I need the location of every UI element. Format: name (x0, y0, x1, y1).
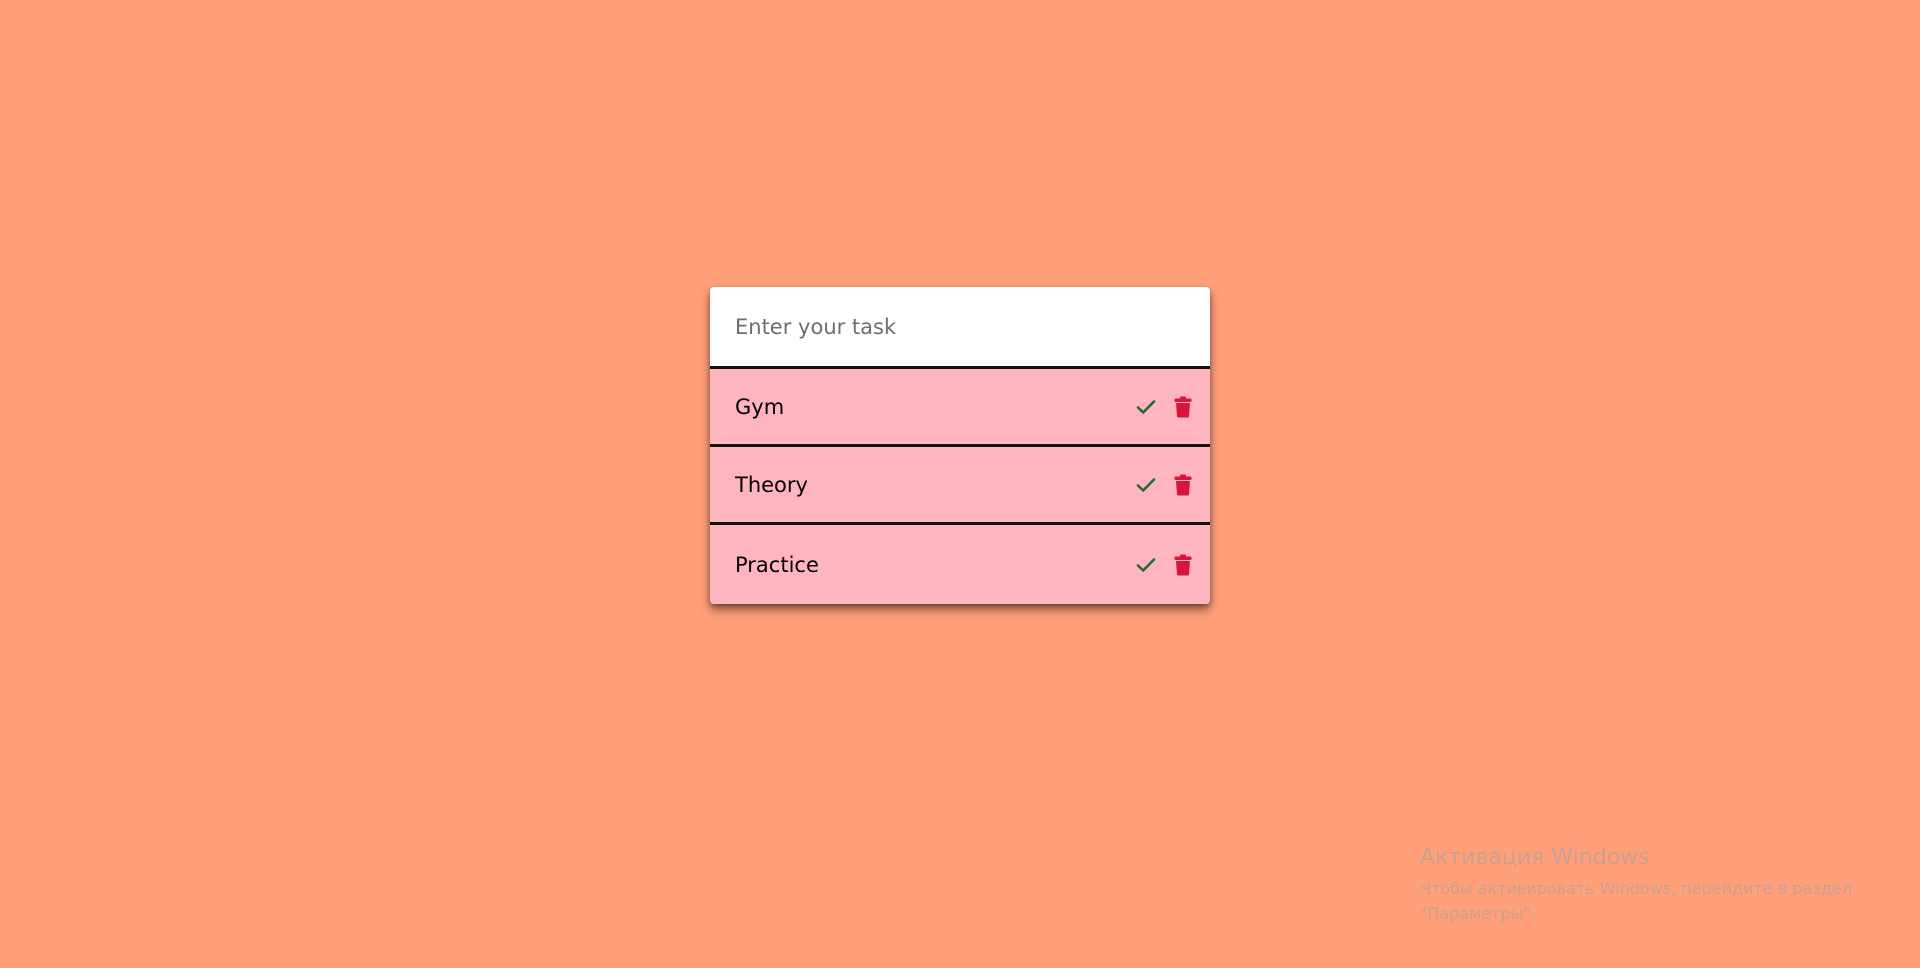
task-item: Gym (710, 369, 1210, 447)
check-icon (1136, 557, 1156, 572)
task-item: Practice (710, 525, 1210, 604)
delete-button[interactable] (1168, 392, 1198, 422)
todo-card: Gym Theory (710, 287, 1210, 604)
task-item: Theory (710, 447, 1210, 525)
task-input[interactable] (710, 287, 1210, 366)
task-label: Gym (735, 394, 785, 419)
task-label: Practice (735, 552, 819, 577)
task-input-container (710, 287, 1210, 369)
delete-button[interactable] (1168, 470, 1198, 500)
trash-icon (1174, 554, 1192, 575)
delete-button[interactable] (1168, 550, 1198, 580)
check-icon (1136, 477, 1156, 492)
task-label: Theory (735, 472, 808, 497)
complete-button[interactable] (1131, 392, 1161, 422)
watermark-text: Чтобы активировать Windows, перейдите в … (1420, 879, 1852, 923)
watermark-title: Активация Windows (1420, 845, 1650, 870)
complete-button[interactable] (1131, 550, 1161, 580)
windows-activation-watermark: Активация Windows Чтобы активировать Win… (1420, 845, 1860, 926)
trash-icon (1174, 474, 1192, 495)
trash-icon (1174, 396, 1192, 417)
complete-button[interactable] (1131, 470, 1161, 500)
check-icon (1136, 399, 1156, 414)
